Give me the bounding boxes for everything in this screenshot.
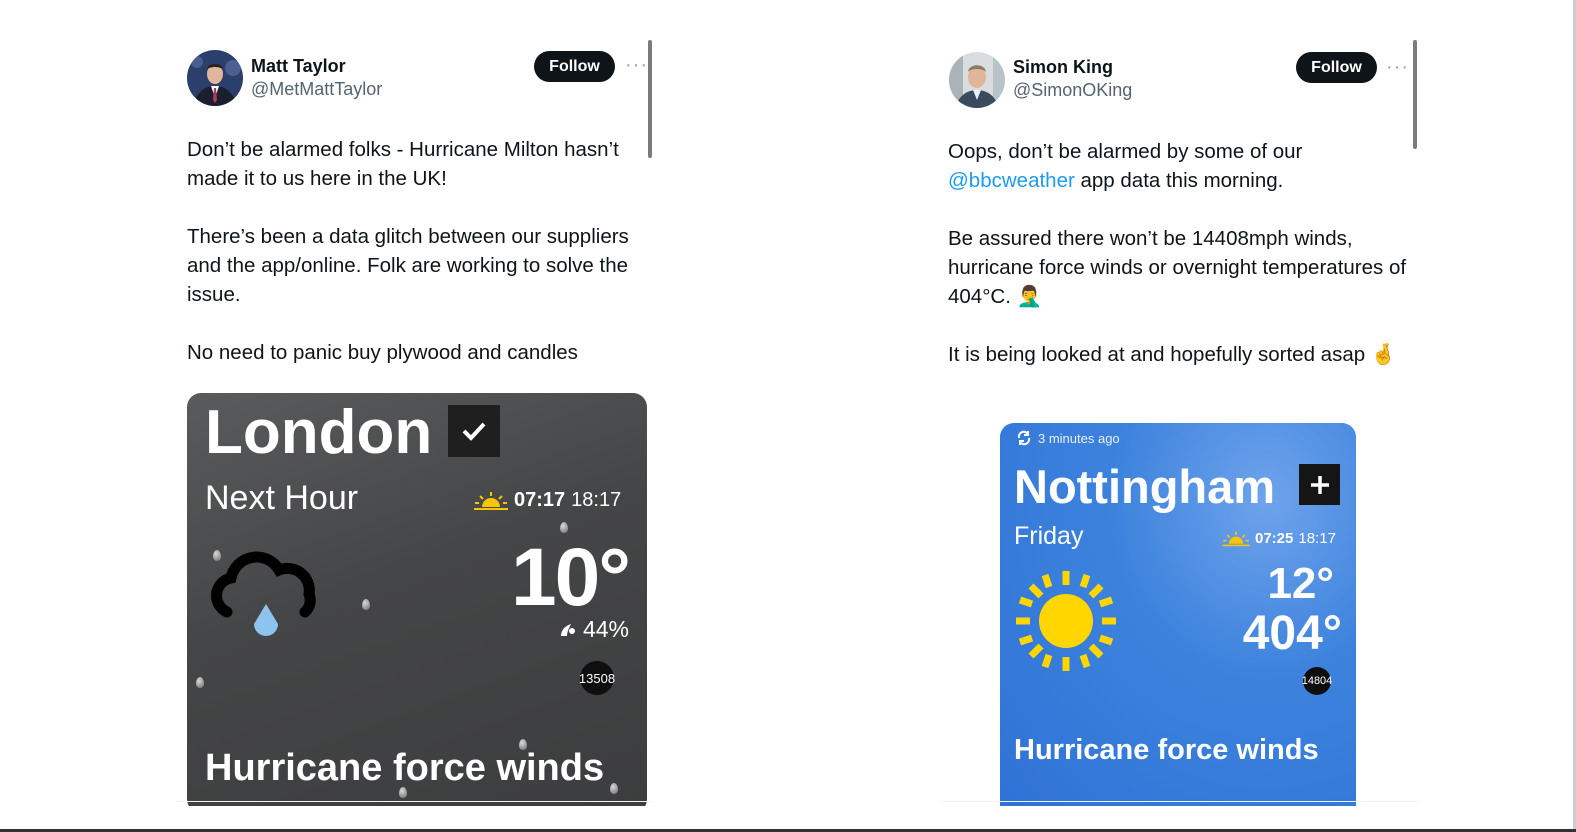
check-icon [448,405,500,457]
paragraph-text: app data this morning. [1074,169,1284,192]
sunrise-time: 07:17 [514,489,566,511]
sun-times: 07:25 18:17 [1222,530,1336,547]
sun-icon [1016,571,1116,671]
follow-button[interactable]: Follow [534,51,615,82]
wind-speed: 14804 [1302,667,1332,695]
more-dots-icon[interactable]: ··· [1386,56,1408,78]
humidity-icon [560,623,575,636]
last-updated-text: 3 minutes ago [1038,430,1120,446]
scrollbar[interactable] [1413,40,1417,149]
paragraph-text: Oops, don’t be alarmed by some of our [948,140,1303,163]
refresh-icon [1017,430,1031,446]
avatar[interactable] [949,52,1005,108]
sunset-time: 18:17 [1298,530,1336,547]
raindrop [610,783,618,794]
plus-icon [1299,464,1340,505]
sun-times: 07:17 18:17 [474,489,621,512]
last-updated: 3 minutes ago [1016,430,1120,446]
follow-button[interactable]: Follow [1296,52,1377,83]
temperature: 10° [510,532,631,623]
tweet-paragraph: There’s been a data glitch between our s… [187,225,629,306]
temperature-high: 12° [1267,559,1334,608]
wind-speed: 13508 [579,661,615,695]
divider [941,801,1417,802]
weather-headline: Hurricane force winds [205,747,605,789]
avatar[interactable] [187,50,243,106]
divider [176,801,652,802]
tweet-simon-king: Simon King @SimonOKing Follow ··· Oops, … [941,40,1417,806]
city-name: London [205,398,433,467]
humidity: 44% [557,616,629,643]
rain-cloud-icon [211,551,316,636]
tweet-paragraph: Be assured there won’t be 14408mph winds… [948,227,1407,308]
mention-link[interactable]: @bbcweather [948,169,1075,192]
weather-card-image[interactable]: London Next Hour 07:17 18:17 10° 44% 135… [187,393,647,806]
sunset-time: 18:17 [571,489,622,511]
tweet-text: Don’t be alarmed folks - Hurricane Milto… [187,135,649,396]
tweet-matt-taylor: Matt Taylor @MetMattTaylor Follow ··· Do… [176,40,652,806]
tweet-text: Oops, don’t be alarmed by some of our @bb… [948,137,1416,398]
forecast-period: Next Hour [205,479,359,517]
tweet-paragraph: Oops, don’t be alarmed by some of our @bb… [948,137,1416,195]
author-name[interactable]: Matt Taylor [251,56,346,77]
author-handle[interactable]: @MetMattTaylor [251,79,382,100]
sunrise-icon [474,491,508,510]
humidity-value: 44% [582,616,629,642]
tweet-paragraph: It is being looked at and hopefully sort… [948,343,1397,366]
raindrop [196,677,204,688]
weather-headline: Hurricane force winds [1014,734,1319,766]
tweet-paragraph: No need to panic buy plywood and candles [187,341,578,364]
tweet-paragraph: Don’t be alarmed folks - Hurricane Milto… [187,138,619,190]
raindrop [362,599,370,610]
forecast-day: Friday [1014,522,1084,550]
more-dots-icon[interactable]: ··· [625,54,647,76]
author-name[interactable]: Simon King [1013,57,1113,78]
weather-card-image[interactable]: 3 minutes ago Nottingham Friday 07:25 18… [1000,423,1356,806]
sunrise-time: 07:25 [1255,530,1294,547]
sunrise-icon [1222,531,1250,546]
author-handle[interactable]: @SimonOKing [1013,80,1132,101]
temperature-low: 404° [1242,607,1342,660]
city-name: Nottingham [1014,460,1276,513]
